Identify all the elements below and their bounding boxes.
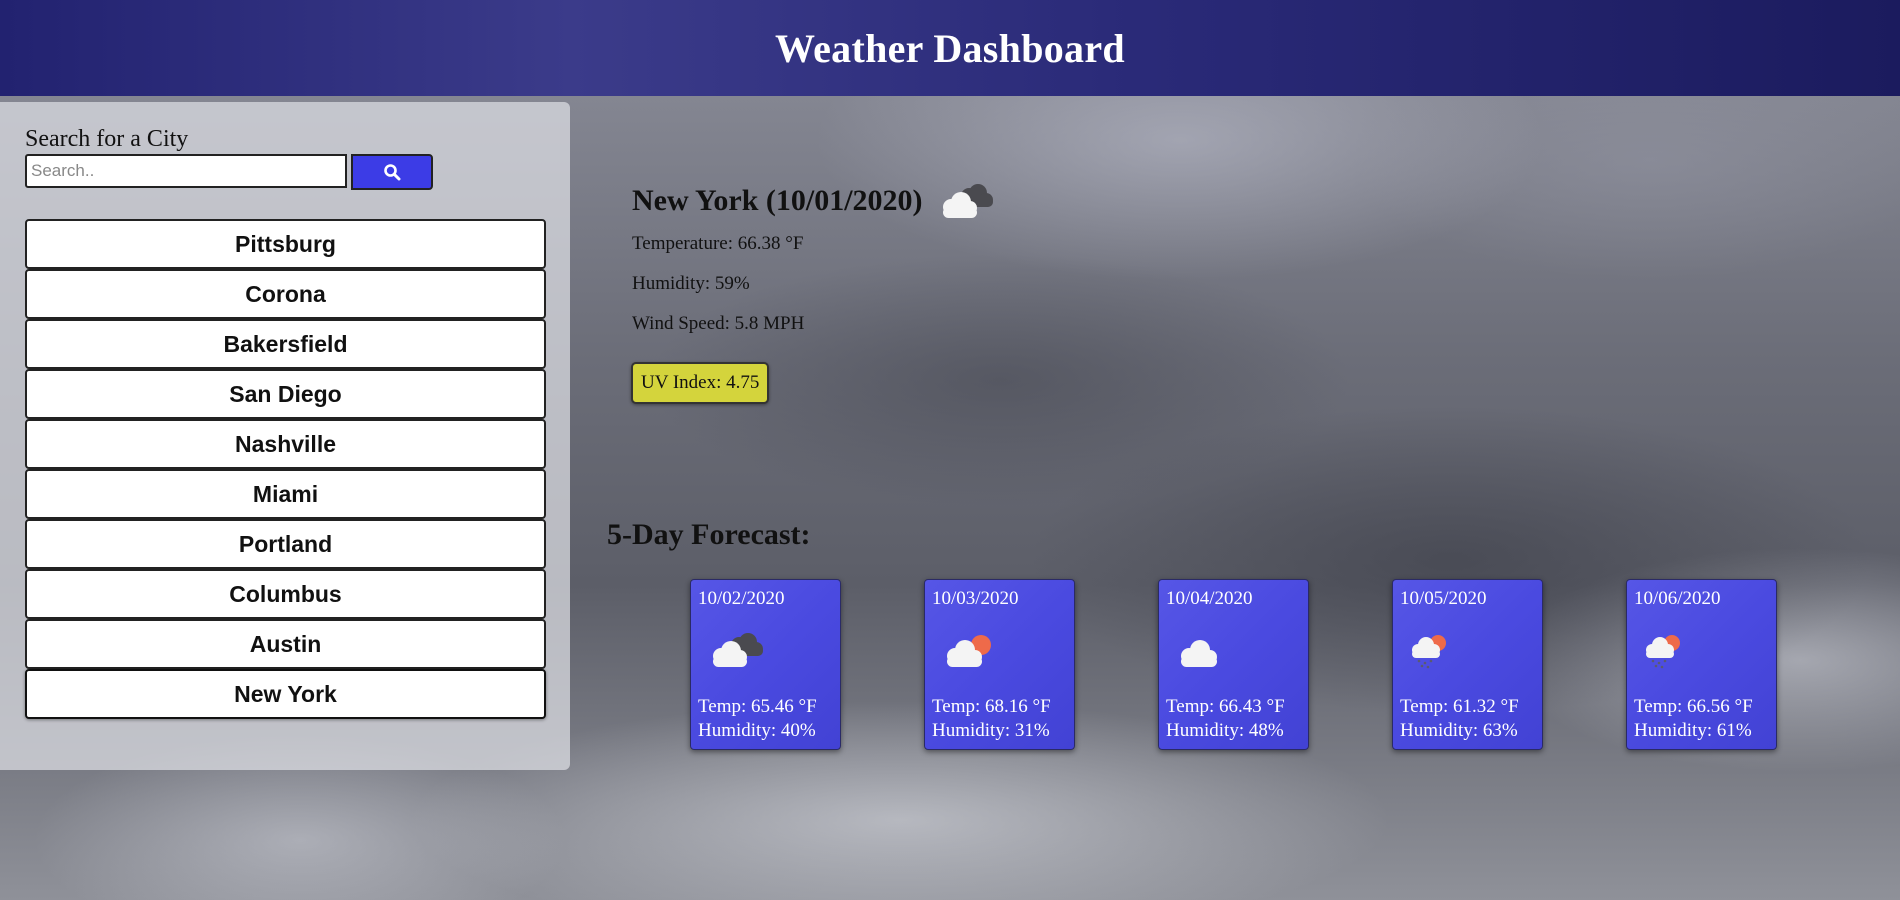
partly-cloudy-icon xyxy=(947,635,991,667)
search-label: Search for a City xyxy=(25,126,189,152)
forecast-temp: Temp: 61.32 °F xyxy=(1400,696,1519,717)
forecast-card: 10/06/2020 Temp: 66.56 °F Humidity: 61% xyxy=(1626,579,1777,750)
current-city-title: New York (10/01/2020) xyxy=(632,184,923,217)
forecast-humidity: Humidity: 63% xyxy=(1400,720,1518,741)
forecast-date: 10/05/2020 xyxy=(1400,588,1487,609)
current-weather: New York (10/01/2020) Temperature: 66.38… xyxy=(632,178,995,344)
forecast-card: 10/05/2020 Temp: 61.32 °F Humidity: 63% xyxy=(1392,579,1543,750)
city-button-nashville[interactable]: Nashville xyxy=(25,419,546,469)
forecast-temp: Temp: 66.43 °F xyxy=(1166,696,1285,717)
city-button-miami[interactable]: Miami xyxy=(25,469,546,519)
forecast-date: 10/02/2020 xyxy=(698,588,785,609)
light-rain-icon xyxy=(1412,635,1446,669)
search-sidebar: Search for a City Pittsburg Corona Baker… xyxy=(0,102,570,770)
forecast-humidity: Humidity: 31% xyxy=(932,720,1050,741)
city-button-corona[interactable]: Corona xyxy=(25,269,546,319)
current-temperature: Temperature: 66.38 °F xyxy=(632,233,804,254)
forecast-temp: Temp: 68.16 °F xyxy=(932,696,1051,717)
city-button-pittsburg[interactable]: Pittsburg xyxy=(25,219,546,269)
forecast-card: 10/02/2020 Temp: 65.46 °F Humidity: 40% xyxy=(690,579,841,750)
broken-clouds-icon xyxy=(942,184,993,218)
city-history-list: Pittsburg Corona Bakersfield San Diego N… xyxy=(25,219,546,719)
cloud-icon xyxy=(1181,640,1217,667)
page-title: Weather Dashboard xyxy=(775,25,1125,71)
forecast-card: 10/03/2020 Temp: 68.16 °F Humidity: 31% xyxy=(924,579,1075,750)
forecast-card: 10/04/2020 Temp: 66.43 °F Humidity: 48% xyxy=(1158,579,1309,750)
search-button[interactable] xyxy=(351,154,433,190)
forecast-date: 10/04/2020 xyxy=(1166,588,1253,609)
forecast-humidity: Humidity: 40% xyxy=(698,720,816,741)
forecast-date: 10/03/2020 xyxy=(932,588,1019,609)
forecast-heading: 5-Day Forecast: xyxy=(607,518,811,551)
city-button-columbus[interactable]: Columbus xyxy=(25,569,546,619)
city-button-bakersfield[interactable]: Bakersfield xyxy=(25,319,546,369)
forecast-temp: Temp: 65.46 °F xyxy=(698,696,817,717)
city-button-new-york[interactable]: New York xyxy=(25,669,546,719)
light-rain-icon xyxy=(1646,635,1680,669)
broken-clouds-icon xyxy=(713,633,763,667)
uv-index-badge: UV Index: 4.75 xyxy=(631,362,770,404)
search-icon xyxy=(384,164,401,181)
forecast-temp: Temp: 66.56 °F xyxy=(1634,696,1753,717)
current-wind-speed: Wind Speed: 5.8 MPH xyxy=(632,313,805,334)
city-button-portland[interactable]: Portland xyxy=(25,519,546,569)
forecast-humidity: Humidity: 48% xyxy=(1166,720,1284,741)
current-humidity: Humidity: 59% xyxy=(632,273,750,294)
city-button-san-diego[interactable]: San Diego xyxy=(25,369,546,419)
page-header: Weather Dashboard xyxy=(0,0,1900,96)
city-button-austin[interactable]: Austin xyxy=(25,619,546,669)
search-input[interactable] xyxy=(25,154,347,188)
forecast-humidity: Humidity: 61% xyxy=(1634,720,1752,741)
forecast-date: 10/06/2020 xyxy=(1634,588,1721,609)
